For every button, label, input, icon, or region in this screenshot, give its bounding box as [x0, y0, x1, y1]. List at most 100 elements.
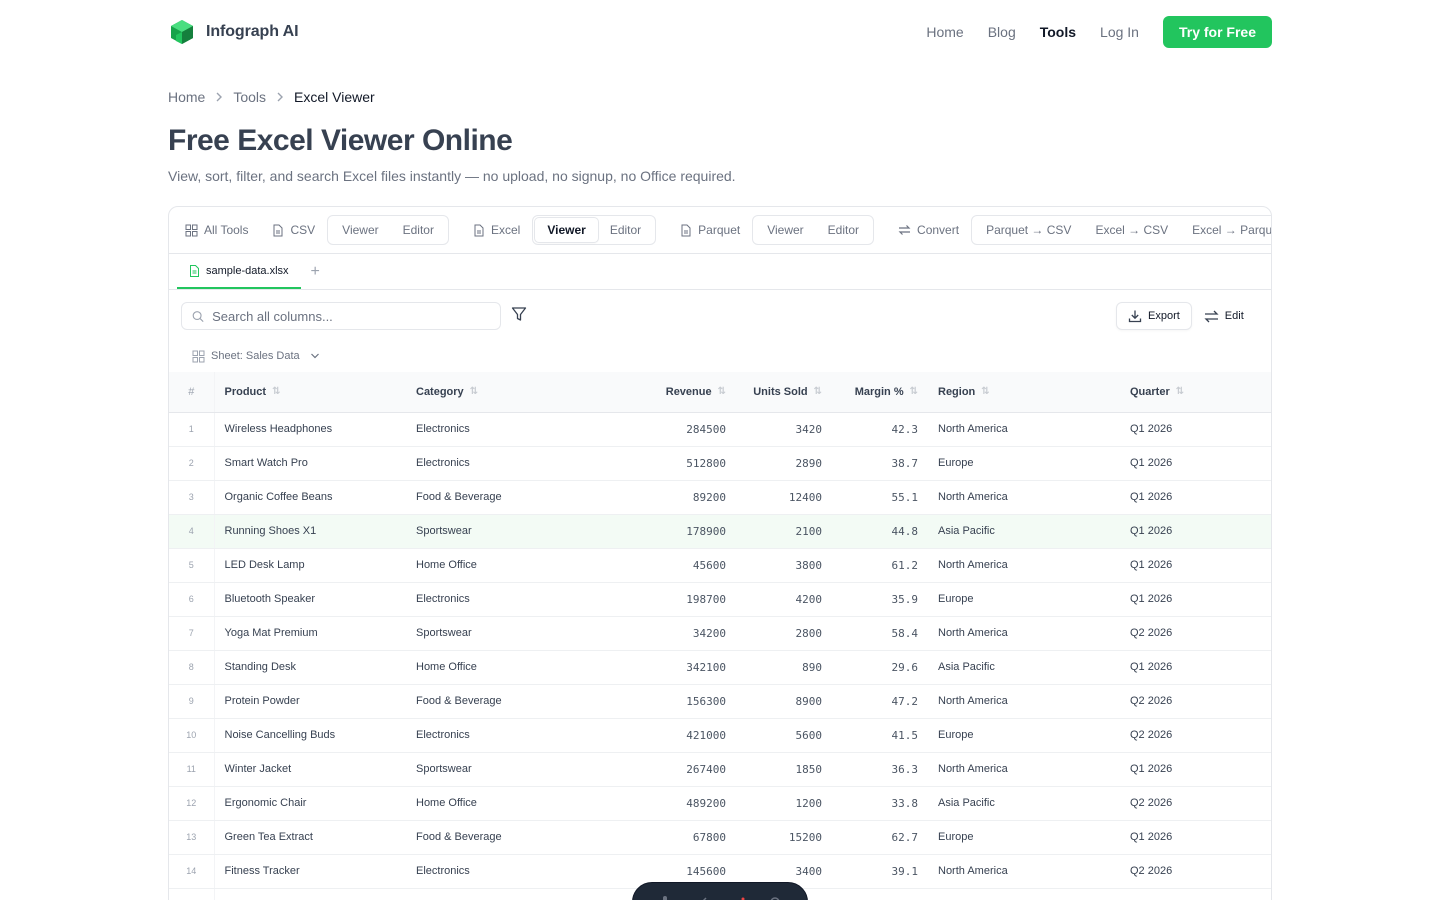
excel-to-parquet-button[interactable]: Excel → Parquet — [1180, 218, 1271, 242]
cell-margin[interactable]: 44.8 — [832, 514, 928, 549]
sort-icon[interactable]: ⇅ — [470, 386, 478, 397]
cell-units-sold[interactable]: 1200 — [736, 786, 832, 821]
brand[interactable]: Infograph AI — [168, 18, 299, 46]
cell-quarter[interactable]: Q2 2026 — [1120, 786, 1271, 821]
sort-icon[interactable]: ⇅ — [814, 386, 822, 397]
cell-quarter[interactable]: Q1 2026 — [1120, 480, 1271, 515]
column-header-region[interactable]: Region ⇅ — [928, 372, 1120, 413]
export-button[interactable]: Export — [1116, 302, 1192, 330]
cell-category[interactable]: Electronics — [406, 582, 614, 617]
cell-margin[interactable]: 47.2 — [832, 684, 928, 719]
nav-home[interactable]: Home — [926, 24, 963, 40]
search-input[interactable] — [212, 308, 490, 324]
cell-margin[interactable]: 58.4 — [832, 616, 928, 651]
cell-revenue[interactable]: 34200 — [614, 616, 736, 651]
cell-revenue[interactable]: 178900 — [614, 514, 736, 549]
cell-revenue[interactable]: 89200 — [614, 480, 736, 515]
cell-quarter[interactable]: Q1 2026 — [1120, 650, 1271, 685]
column-header-margin[interactable]: Margin % ⇅ — [832, 372, 928, 413]
cell-product[interactable]: Noise Cancelling Buds — [214, 718, 406, 753]
cell-revenue[interactable]: 156300 — [614, 684, 736, 719]
table-row[interactable]: 11 Winter Jacket Sportswear 267400 1850 36.3 N… — [169, 752, 1271, 787]
cell-revenue[interactable]: 267400 — [614, 752, 736, 787]
file-tab-active[interactable]: sample-data.xlsx — [177, 254, 301, 289]
cell-margin[interactable]: 39.1 — [832, 854, 928, 889]
microphone-icon[interactable] — [657, 894, 673, 900]
cell-margin[interactable]: 41.5 — [832, 718, 928, 753]
cell-revenue[interactable]: 512800 — [614, 446, 736, 481]
cell-region[interactable]: North America — [928, 412, 1120, 447]
cell-margin[interactable]: 61.2 — [832, 548, 928, 583]
cell-quarter[interactable]: Q2 2026 — [1120, 854, 1271, 889]
excel-to-csv-button[interactable]: Excel → CSV — [1083, 218, 1180, 242]
try-for-free-button[interactable]: Try for Free — [1162, 16, 1272, 48]
column-header-revenue[interactable]: Revenue ⇅ — [614, 372, 736, 413]
cell-units-sold[interactable]: 2890 — [736, 446, 832, 481]
table-row[interactable]: 12 Ergonomic Chair Home Office 489200 1200 33… — [169, 786, 1271, 821]
cell-category[interactable]: Home Office — [406, 650, 614, 685]
cell-region[interactable]: Asia Pacific — [928, 786, 1120, 821]
cell-revenue[interactable]: 342100 — [614, 650, 736, 685]
cell-units-sold[interactable]: 3800 — [736, 548, 832, 583]
cell-units-sold[interactable]: 15200 — [736, 820, 832, 855]
cell-category[interactable]: Electronics — [406, 718, 614, 753]
sort-icon[interactable]: ⇅ — [1176, 386, 1184, 397]
table-row[interactable]: 5 LED Desk Lamp Home Office 45600 3800 61.2 No… — [169, 548, 1271, 583]
nav-login[interactable]: Log In — [1100, 24, 1139, 40]
cell-quarter[interactable]: Q1 2026 — [1120, 412, 1271, 447]
cell-region[interactable]: North America — [928, 616, 1120, 651]
cell-revenue[interactable]: 45600 — [614, 548, 736, 583]
table-row[interactable]: 7 Yoga Mat Premium Sportswear 34200 2800 58.4… — [169, 616, 1271, 651]
excel-viewer-button[interactable]: Viewer — [535, 218, 598, 242]
table-row[interactable]: 6 Bluetooth Speaker Electronics 198700 4200 3… — [169, 582, 1271, 617]
parquet-editor-button[interactable]: Editor — [816, 218, 871, 242]
cell-quarter[interactable]: Q2 2026 — [1120, 888, 1271, 900]
nav-blog[interactable]: Blog — [988, 24, 1016, 40]
cell-quarter[interactable]: Q1 2026 — [1120, 514, 1271, 549]
table-row[interactable]: 2 Smart Watch Pro Electronics 512800 2890 38.… — [169, 446, 1271, 481]
cell-category[interactable]: Food & Beverage — [406, 820, 614, 855]
cell-units-sold[interactable]: 5600 — [736, 718, 832, 753]
cell-category[interactable]: Food & Beverage — [406, 684, 614, 719]
cell-quarter[interactable]: Q2 2026 — [1120, 616, 1271, 651]
cell-revenue[interactable]: 67800 — [614, 820, 736, 855]
cell-product[interactable]: Yoga Mat Premium — [214, 616, 406, 651]
cell-quarter[interactable]: Q2 2026 — [1120, 718, 1271, 753]
column-header-quarter[interactable]: Quarter ⇅ — [1120, 372, 1271, 413]
column-header-category[interactable]: Category ⇅ — [406, 372, 614, 413]
cell-units-sold[interactable]: 3420 — [736, 412, 832, 447]
cell-units-sold[interactable]: 890 — [736, 650, 832, 685]
cell-region[interactable]: Europe — [928, 582, 1120, 617]
cell-product[interactable]: Bluetooth Speaker — [214, 582, 406, 617]
filter-icon[interactable] — [511, 306, 527, 322]
cell-units-sold[interactable]: 12400 — [736, 480, 832, 515]
cell-revenue[interactable]: 489200 — [614, 786, 736, 821]
record-icon[interactable] — [730, 894, 746, 900]
cell-category[interactable]: Sportswear — [406, 514, 614, 549]
table-row[interactable]: 13 Green Tea Extract Food & Beverage 67800 1… — [169, 820, 1271, 855]
nav-tools[interactable]: Tools — [1040, 24, 1076, 40]
table-row[interactable]: 10 Noise Cancelling Buds Electronics 421000… — [169, 718, 1271, 753]
cell-category[interactable]: Electronics — [406, 446, 614, 481]
excel-editor-button[interactable]: Editor — [598, 218, 653, 242]
cell-units-sold[interactable]: 4200 — [736, 582, 832, 617]
cell-product[interactable]: Fitness Tracker — [214, 854, 406, 889]
cell-product[interactable]: Green Tea Extract — [214, 820, 406, 855]
cell-product[interactable]: Wireless Headphones — [214, 412, 406, 447]
cell-revenue[interactable]: 421000 — [614, 718, 736, 753]
cell-product[interactable]: Smart Watch Pro — [214, 446, 406, 481]
cell-units-sold[interactable]: 2800 — [736, 616, 832, 651]
cell-region[interactable]: Europe — [928, 446, 1120, 481]
cell-product[interactable]: Protein Powder — [214, 684, 406, 719]
cell-product[interactable]: Running Shoes X1 — [214, 514, 406, 549]
cell-category[interactable]: Electronics — [406, 412, 614, 447]
table-row[interactable]: 9 Protein Powder Food & Beverage 156300 8900… — [169, 684, 1271, 719]
cell-category[interactable]: Electronics — [406, 854, 614, 889]
cell-region[interactable]: North America — [928, 480, 1120, 515]
cell-margin[interactable]: 38.7 — [832, 446, 928, 481]
cell-region[interactable]: Asia Pacific — [928, 650, 1120, 685]
cell-category[interactable]: Sportswear — [406, 616, 614, 651]
column-header-product[interactable]: Product ⇅ — [214, 372, 406, 413]
cell-region[interactable]: North America — [928, 548, 1120, 583]
cell-region[interactable]: Asia Pacific — [928, 514, 1120, 549]
